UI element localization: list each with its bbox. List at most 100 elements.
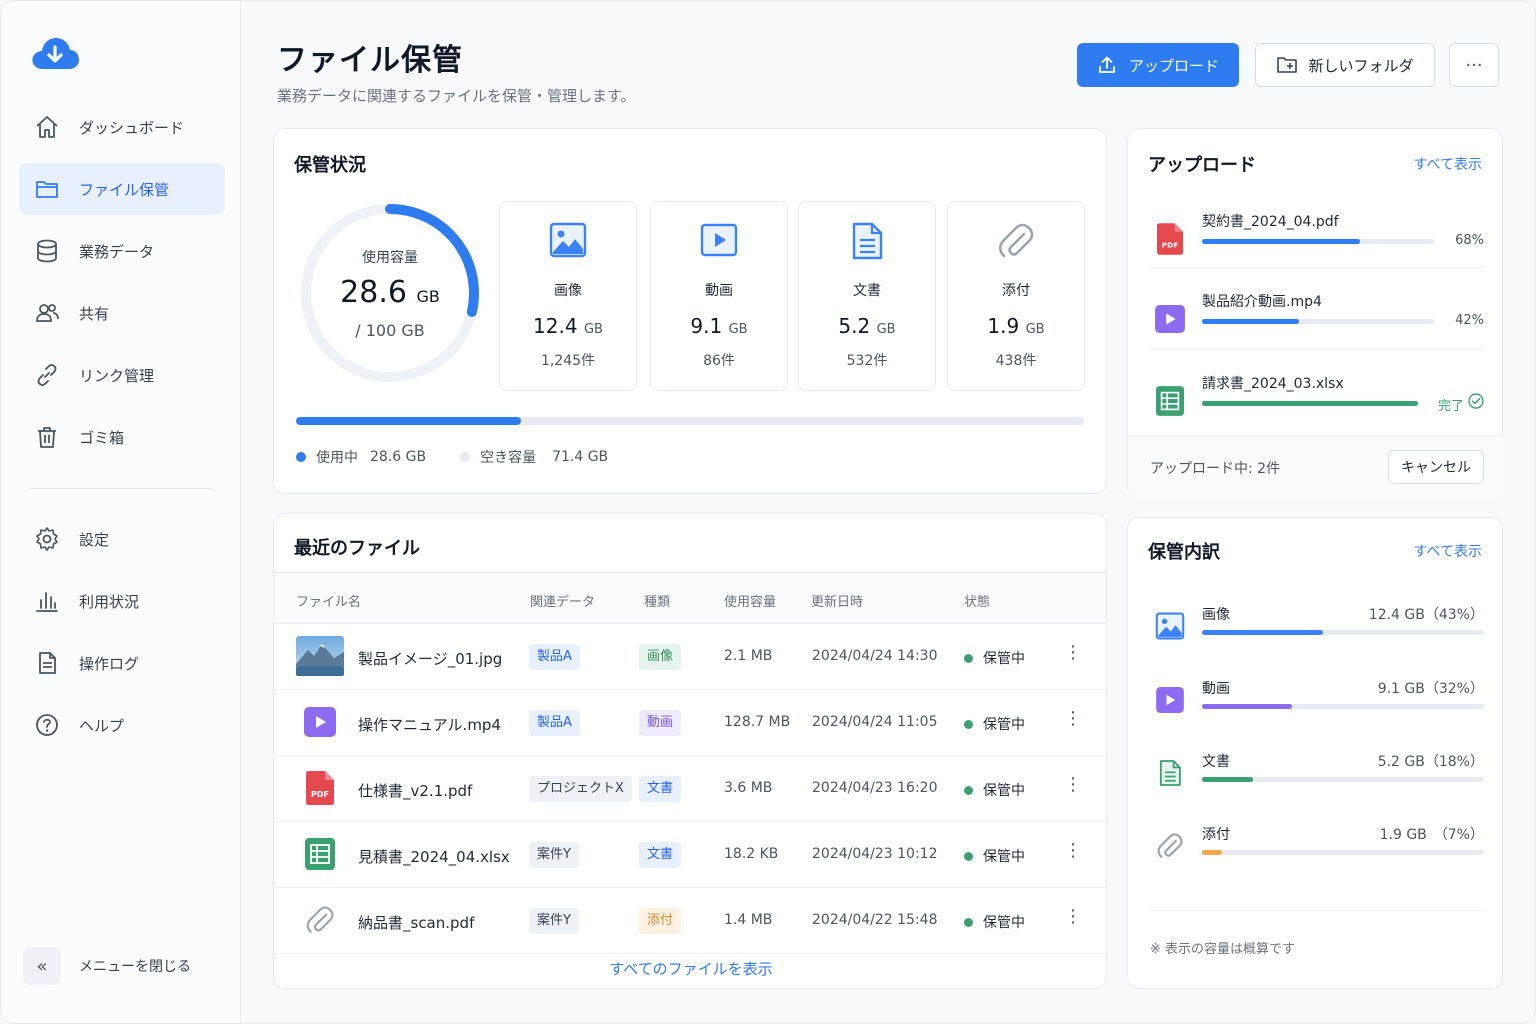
cancel-upload-button[interactable]: キャンセル — [1388, 450, 1484, 484]
table-row[interactable]: 製品イメージ_01.jpg 製品A 画像 2.1 MB 2024/04/24 1… — [274, 624, 1106, 690]
upload-card: アップロード すべて表示 PDF 契約書_2024_04.pdf 68% 製品紹… — [1127, 128, 1504, 499]
status-dot — [964, 653, 973, 663]
upload-progress-bar — [1202, 239, 1434, 244]
upload-item[interactable]: 製品紹介動画.mp4 42% — [1150, 291, 1484, 355]
breakdown-item-video[interactable]: 動画 9.1 GB（32%） — [1150, 678, 1484, 728]
new-folder-button[interactable]: 新しいフォルダ — [1255, 43, 1435, 87]
sidebar-item-label: 業務データ — [79, 242, 155, 261]
image-icon — [1154, 608, 1186, 644]
category-video[interactable]: 動画 9.1 GB 86件 — [650, 201, 788, 391]
sidebar-nav-secondary: 設定 利用状況 操作ログ ヘルプ — [19, 513, 225, 761]
sidebar-item-business-data[interactable]: 業務データ — [19, 225, 225, 277]
upload-icon — [1097, 55, 1117, 75]
row-menu-kebab-icon[interactable]: ⋮ — [1064, 774, 1082, 795]
sidebar-item-settings[interactable]: 設定 — [19, 513, 225, 565]
sidebar-item-label: 利用状況 — [79, 592, 140, 611]
breakdown-view-all-link[interactable]: すべて表示 — [1414, 541, 1482, 561]
gear-icon — [33, 525, 61, 553]
sidebar-item-dashboard[interactable]: ダッシュボード — [19, 101, 225, 153]
upload-item[interactable]: 請求書_2024_03.xlsx 完了 — [1150, 373, 1484, 437]
category-image[interactable]: 画像 12.4 GB 1,245件 — [499, 201, 637, 391]
more-options-button[interactable]: ··· — [1449, 43, 1499, 87]
related-tag[interactable]: プロジェクトX — [529, 776, 632, 802]
column-header-related[interactable]: 関連データ — [530, 591, 595, 610]
related-tag[interactable]: 製品A — [529, 710, 580, 736]
file-name[interactable]: 仕様書_v2.1.pdf — [358, 780, 472, 801]
column-header-updated[interactable]: 更新日時 — [811, 591, 863, 610]
paperclip-icon — [1154, 828, 1186, 864]
users-icon — [33, 299, 61, 327]
breakdown-bar — [1202, 777, 1484, 782]
document-icon — [1154, 755, 1186, 791]
breakdown-item-attachment[interactable]: 添付 1.9 GB （7%） — [1150, 824, 1484, 874]
table-row[interactable]: 操作マニュアル.mp4 製品A 動画 128.7 MB 2024/04/24 1… — [274, 690, 1106, 756]
file-size: 18.2 KB — [724, 846, 779, 862]
column-header-size[interactable]: 使用容量 — [724, 591, 776, 610]
log-document-icon — [33, 649, 61, 677]
column-header-kind[interactable]: 種類 — [644, 591, 670, 610]
uploading-count: アップロード中: 2件 — [1150, 461, 1281, 477]
category-size-unit: GB — [583, 322, 603, 337]
row-menu-kebab-icon[interactable]: ⋮ — [1064, 642, 1082, 663]
spreadsheet-file-icon — [296, 833, 344, 875]
category-document[interactable]: 文書 5.2 GB 532件 — [798, 201, 936, 391]
status-label: 保管中 — [983, 717, 1025, 733]
file-size: 2.1 MB — [724, 648, 773, 664]
column-header-status[interactable]: 状態 — [964, 591, 990, 610]
sidebar-item-trash[interactable]: ゴミ箱 — [19, 411, 225, 463]
breakdown-item-document[interactable]: 文書 5.2 GB（18%） — [1150, 751, 1484, 801]
related-tag[interactable]: 案件Y — [529, 842, 579, 868]
file-name[interactable]: 操作マニュアル.mp4 — [358, 714, 501, 735]
breakdown-bar-fill — [1202, 850, 1222, 855]
page-title: ファイル保管 — [277, 43, 463, 78]
row-menu-kebab-icon[interactable]: ⋮ — [1064, 840, 1082, 861]
spreadsheet-file-icon — [1154, 383, 1186, 419]
upload-percent: 42% — [1455, 313, 1484, 328]
sidebar-item-file-storage[interactable]: ファイル保管 — [19, 163, 225, 215]
show-all-files-link[interactable]: すべてのファイルを表示 — [274, 958, 1106, 979]
breakdown-item-image[interactable]: 画像 12.4 GB（43%） — [1150, 604, 1484, 654]
status-badge: 保管中 — [964, 780, 1025, 800]
upload-button[interactable]: アップロード — [1077, 43, 1239, 87]
breakdown-value: 1.9 GB （7%） — [1379, 827, 1484, 843]
upload-view-all-link[interactable]: すべて表示 — [1414, 154, 1482, 174]
breakdown-bar — [1202, 850, 1484, 855]
sidebar-item-label: 設定 — [79, 530, 110, 549]
sidebar-item-operation-log[interactable]: 操作ログ — [19, 637, 225, 689]
sidebar-nav: ダッシュボード ファイル保管 業務データ 共有 リンク管理 ゴミ箱 — [19, 101, 225, 473]
capacity-note: ※ 表示の容量は概算です — [1150, 942, 1296, 957]
breakdown-bar-fill — [1202, 630, 1324, 635]
breakdown-name: 添付 — [1202, 827, 1230, 843]
status-badge: 保管中 — [964, 714, 1025, 734]
file-name[interactable]: 製品イメージ_01.jpg — [358, 648, 502, 669]
category-count: 438件 — [995, 353, 1037, 369]
divider — [1150, 910, 1484, 911]
sidebar-item-link-management[interactable]: リンク管理 — [19, 349, 225, 401]
sidebar-item-usage[interactable]: 利用状況 — [19, 575, 225, 627]
table-row[interactable]: PDF 仕様書_v2.1.pdf プロジェクトX 文書 3.6 MB 2024/… — [274, 756, 1106, 822]
upload-progress-bar — [1202, 401, 1418, 406]
row-menu-kebab-icon[interactable]: ⋮ — [1064, 906, 1082, 927]
column-header-name[interactable]: ファイル名 — [296, 591, 361, 610]
category-attachment[interactable]: 添付 1.9 GB 438件 — [947, 201, 1085, 391]
sidebar-item-share[interactable]: 共有 — [19, 287, 225, 339]
cancel-label: キャンセル — [1401, 460, 1471, 476]
divider — [1150, 349, 1484, 350]
updated-at: 2024/04/24 14:30 — [812, 648, 938, 664]
sidebar-item-help[interactable]: ヘルプ — [19, 699, 225, 751]
category-size-unit: GB — [728, 322, 748, 337]
pdf-file-icon: PDF — [1154, 221, 1186, 257]
collapse-menu-button[interactable]: « メニューを閉じる — [23, 947, 191, 985]
table-row[interactable]: 見積書_2024_04.xlsx 案件Y 文書 18.2 KB 2024/04/… — [274, 822, 1106, 888]
related-tag[interactable]: 製品A — [529, 644, 580, 670]
related-tag[interactable]: 案件Y — [529, 908, 579, 934]
file-name[interactable]: 納品書_scan.pdf — [358, 912, 474, 933]
upload-item[interactable]: PDF 契約書_2024_04.pdf 68% — [1150, 211, 1484, 275]
file-name[interactable]: 見積書_2024_04.xlsx — [358, 846, 510, 867]
row-menu-kebab-icon[interactable]: ⋮ — [1064, 708, 1082, 729]
folder-plus-icon — [1276, 55, 1298, 75]
category-name: 画像 — [554, 283, 582, 299]
trash-icon — [33, 423, 61, 451]
table-row[interactable]: 納品書_scan.pdf 案件Y 添付 1.4 MB 2024/04/22 15… — [274, 888, 1106, 954]
sidebar-item-label: リンク管理 — [79, 366, 155, 385]
